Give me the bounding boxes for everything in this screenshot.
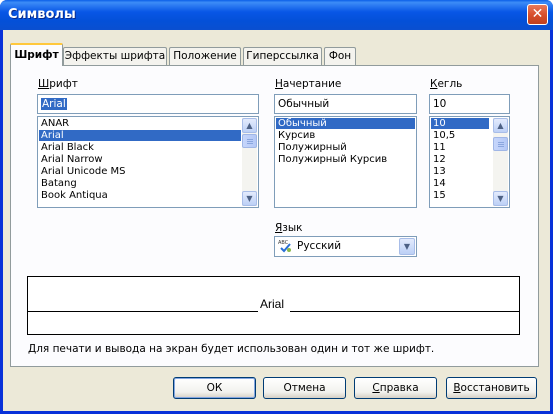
list-item-selected[interactable]: Arial <box>39 130 241 141</box>
window-title: Символы <box>8 7 76 22</box>
svg-text:ABC: ABC <box>278 240 289 246</box>
close-icon: ✕ <box>531 6 544 22</box>
list-item[interactable]: Arial Unicode MS <box>39 166 241 177</box>
ok-button[interactable]: ОК <box>173 377 256 399</box>
font-list[interactable]: ANAR Arial Arial Black Arial Narrow Aria… <box>37 116 259 208</box>
size-list[interactable]: 10 10,5 11 12 13 14 15 ▲ ▼ <box>429 116 510 208</box>
scroll-thumb[interactable] <box>242 134 257 148</box>
list-item[interactable]: Book Antiqua <box>39 190 241 201</box>
list-item[interactable]: 15 <box>431 190 489 201</box>
list-item[interactable]: 13 <box>431 166 489 177</box>
language-label: Язык <box>275 222 303 234</box>
style-list[interactable]: Обычный Курсив Полужирный Полужирный Кур… <box>274 116 417 208</box>
list-item[interactable]: 14 <box>431 178 489 189</box>
list-item[interactable]: 12 <box>431 154 489 165</box>
style-input[interactable]: Обычный <box>274 94 417 114</box>
font-name-input[interactable]: Arial <box>37 94 259 114</box>
size-list-scrollbar[interactable]: ▲ ▼ <box>493 118 508 206</box>
list-item[interactable]: Курсив <box>276 130 415 141</box>
help-button[interactable]: Справка <box>354 377 437 399</box>
tab-hyperlink[interactable]: Гиперссылка <box>243 47 322 65</box>
list-item-selected[interactable]: Обычный <box>276 118 415 129</box>
chevron-down-icon[interactable]: ▼ <box>399 238 415 255</box>
close-button[interactable]: ✕ <box>527 4 548 25</box>
tab-background[interactable]: Фон <box>324 47 356 65</box>
style-label: Начертание <box>275 78 342 90</box>
font-preview: Arial <box>27 276 520 335</box>
size-label: Кегль <box>430 78 463 90</box>
scroll-down-icon[interactable]: ▼ <box>242 191 257 206</box>
list-item-selected[interactable]: 10 <box>431 118 489 129</box>
list-item[interactable]: Полужирный <box>276 142 415 153</box>
list-item[interactable]: 11 <box>431 142 489 153</box>
scroll-up-icon[interactable]: ▲ <box>493 118 508 133</box>
info-text: Для печати и вывода на экран будет испол… <box>28 343 435 355</box>
font-list-scrollbar[interactable]: ▲ ▼ <box>242 118 257 206</box>
tab-font[interactable]: Шрифт <box>10 43 63 66</box>
list-item[interactable]: Arial Black <box>39 142 241 153</box>
list-item[interactable]: ANAR <box>39 118 241 129</box>
font-name-value: Arial <box>41 98 67 110</box>
language-select[interactable]: ABC Русский ▼ <box>274 236 417 257</box>
abc-spellcheck-icon: ABC <box>278 240 291 253</box>
list-item[interactable]: 10,5 <box>431 130 489 141</box>
tab-font-effects[interactable]: Эффекты шрифта <box>63 47 167 65</box>
list-item[interactable]: Arial Narrow <box>39 154 241 165</box>
title-bar: Символы ✕ <box>0 0 553 30</box>
size-input[interactable]: 10 <box>429 94 510 114</box>
list-item[interactable]: Полужирный Курсив <box>276 154 415 165</box>
reset-button[interactable]: Восстановить <box>446 377 537 399</box>
scroll-down-icon[interactable]: ▼ <box>493 191 508 206</box>
cancel-button[interactable]: Отмена <box>263 377 346 399</box>
scroll-up-icon[interactable]: ▲ <box>242 118 257 133</box>
preview-text: Arial <box>260 297 285 311</box>
list-item[interactable]: Batang <box>39 178 241 189</box>
tab-position[interactable]: Положение <box>169 47 241 65</box>
scroll-thumb[interactable] <box>493 137 508 151</box>
language-value: Русский <box>297 240 342 252</box>
font-label: Шрифт <box>38 78 78 90</box>
